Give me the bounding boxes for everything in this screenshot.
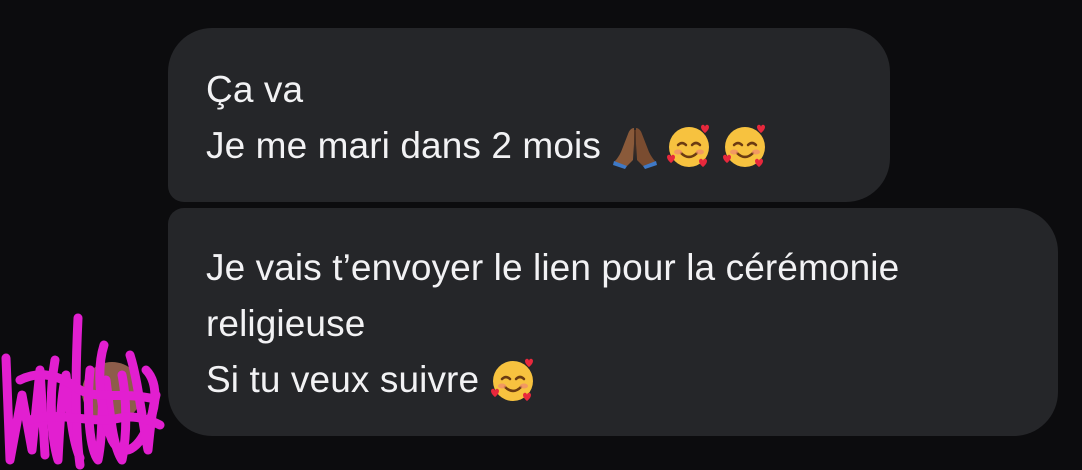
smiling-face-with-hearts-icon	[722, 125, 765, 168]
smiling-face-with-hearts-icon	[491, 359, 534, 402]
emoji-group	[611, 116, 777, 172]
message-text: Je me mari dans 2 mois	[206, 125, 601, 166]
message-text-line: Ça va	[206, 69, 304, 110]
sender-avatar[interactable]	[0, 300, 170, 470]
redaction-scribble	[1, 313, 165, 470]
message-text-line: Je me mari dans 2 mois	[206, 118, 890, 176]
chat-view: Ça va Je me mari dans 2 mois Je vais t’e…	[0, 0, 1082, 470]
emoji-group	[489, 350, 545, 406]
message-bubble[interactable]: Ça va Je me mari dans 2 mois	[168, 28, 890, 202]
message-text-line: religieuse	[206, 303, 366, 344]
message-text-line: Si tu veux suivre	[206, 352, 1058, 410]
message-bubble[interactable]: Je vais t’envoyer le lien pour la cérémo…	[168, 208, 1058, 436]
message-text: Si tu veux suivre	[206, 359, 480, 400]
smiling-face-with-hearts-icon	[666, 125, 709, 168]
folded-hands-icon	[612, 128, 657, 170]
message-text-line: Je vais t’envoyer le lien pour la cérémo…	[206, 247, 900, 288]
